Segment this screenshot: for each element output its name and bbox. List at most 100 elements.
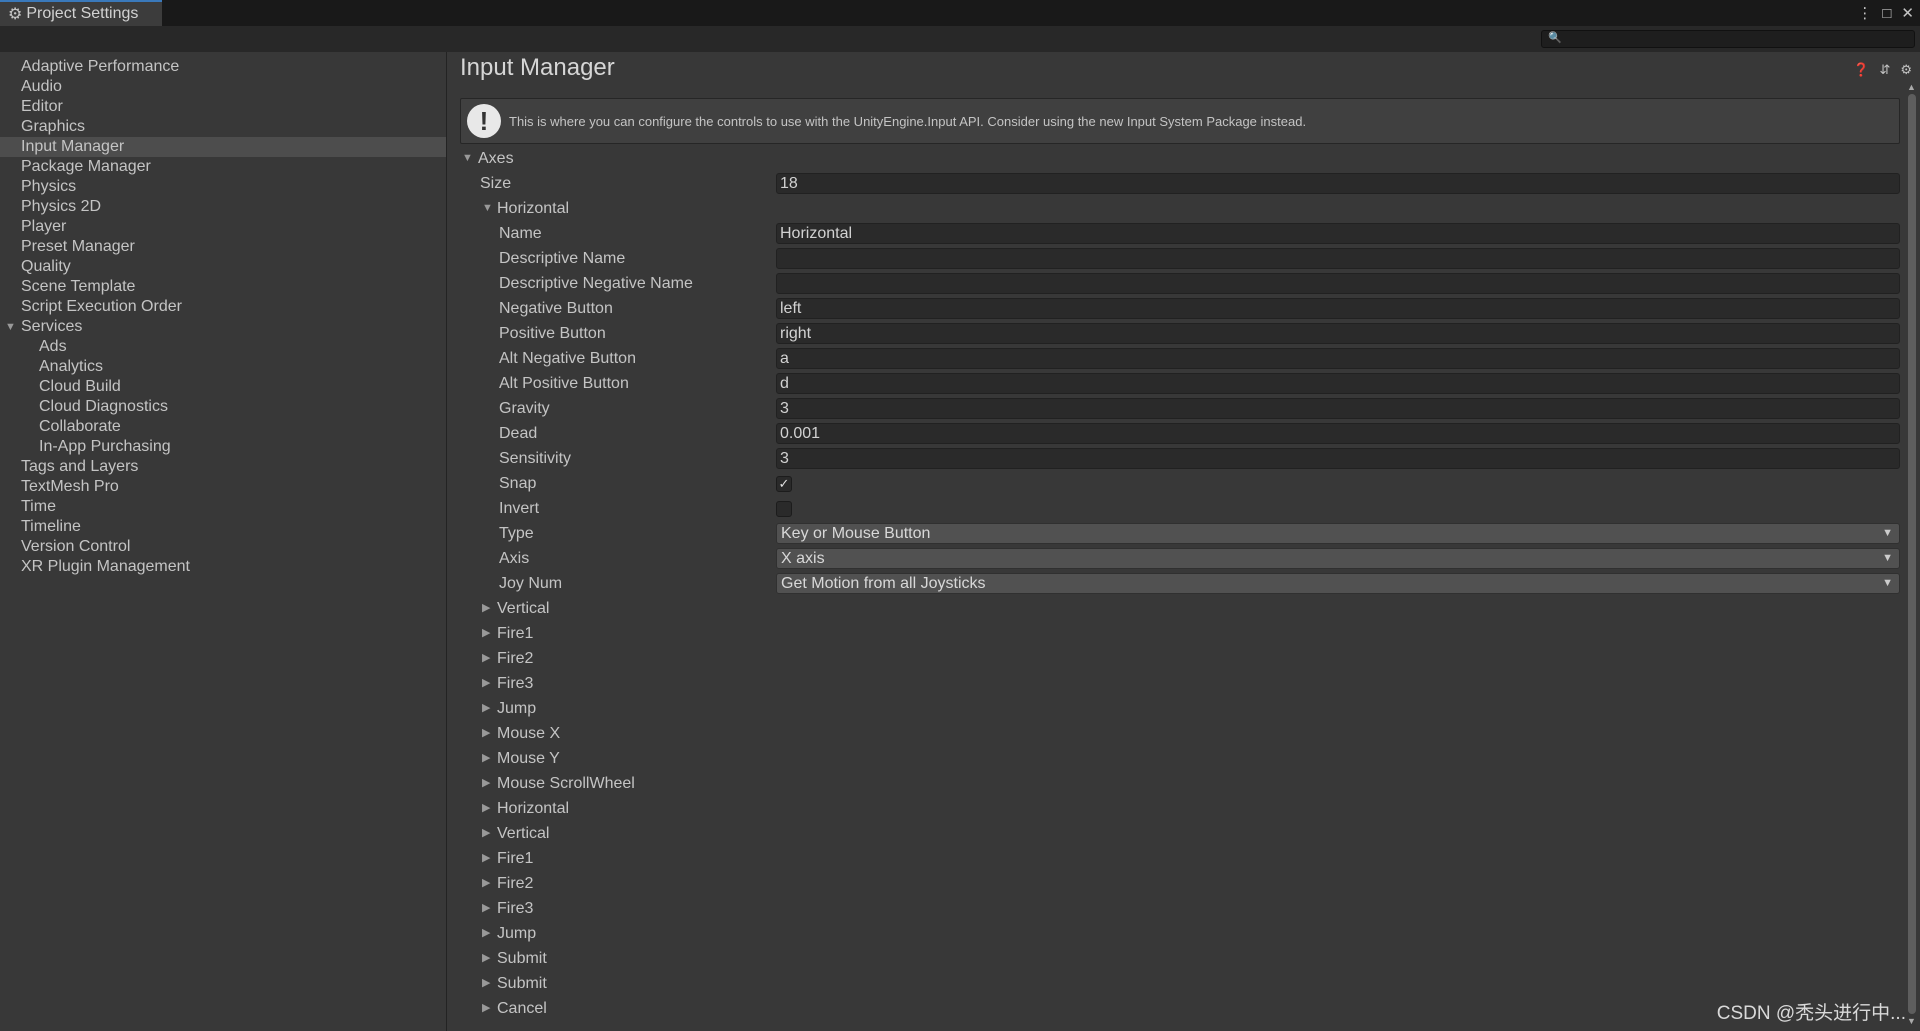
expand-arrow-icon[interactable]: ▶ bbox=[482, 796, 490, 821]
text-field[interactable]: left bbox=[776, 298, 1900, 319]
project-settings-tab[interactable]: ⚙ Project Settings bbox=[0, 0, 162, 26]
scroll-down-icon[interactable]: ▼ bbox=[1907, 1016, 1916, 1026]
text-field[interactable]: Horizontal bbox=[776, 223, 1900, 244]
dropdown[interactable]: X axis ▼ bbox=[776, 548, 1900, 569]
sidebar-item[interactable]: Tags and Layers bbox=[0, 457, 446, 477]
sidebar-item[interactable]: ▼ Services bbox=[0, 317, 446, 337]
sidebar-item[interactable]: Script Execution Order bbox=[0, 297, 446, 317]
sidebar-item[interactable]: In-App Purchasing bbox=[0, 437, 446, 457]
sidebar-item[interactable]: Editor bbox=[0, 97, 446, 117]
expand-arrow-icon[interactable]: ▶ bbox=[482, 871, 490, 896]
preset-icon[interactable]: ⇵ bbox=[1879, 62, 1890, 78]
axis-label: Cancel bbox=[497, 1000, 547, 1017]
sidebar-item[interactable]: Timeline bbox=[0, 517, 446, 537]
sidebar-item-label: Preset Manager bbox=[21, 238, 135, 255]
dropdown[interactable]: Get Motion from all Joysticks ▼ bbox=[776, 573, 1900, 594]
sidebar-item[interactable]: Cloud Diagnostics bbox=[0, 397, 446, 417]
field-label: Sensitivity bbox=[499, 450, 572, 467]
more-options-icon[interactable]: ⋮ bbox=[1857, 4, 1872, 22]
text-field[interactable] bbox=[776, 273, 1900, 294]
text-field[interactable]: 0.001 bbox=[776, 423, 1900, 444]
expand-arrow-icon[interactable]: ▶ bbox=[482, 771, 490, 796]
axis-label: Fire2 bbox=[497, 875, 534, 892]
expand-arrow-icon[interactable]: ▶ bbox=[482, 696, 490, 721]
axis-foldout[interactable]: ▶ Submit bbox=[448, 971, 1908, 996]
expand-arrow-icon[interactable]: ▼ bbox=[482, 196, 493, 221]
axis-foldout[interactable]: ▶ Vertical bbox=[448, 821, 1908, 846]
axis-foldout[interactable]: ▶ Fire1 bbox=[448, 621, 1908, 646]
axis-foldout[interactable]: ▶ Mouse X bbox=[448, 721, 1908, 746]
axis-foldout[interactable]: ▶ Fire3 bbox=[448, 671, 1908, 696]
axis-foldout[interactable]: ▶ Vertical bbox=[448, 596, 1908, 621]
text-field[interactable]: d bbox=[776, 373, 1900, 394]
axis-foldout[interactable]: ▶ Fire3 bbox=[448, 896, 1908, 921]
dropdown[interactable]: Key or Mouse Button ▼ bbox=[776, 523, 1900, 544]
sidebar-item[interactable]: Analytics bbox=[0, 357, 446, 377]
axis-foldout[interactable]: ▶ Submit bbox=[448, 946, 1908, 971]
expand-arrow-icon[interactable]: ▶ bbox=[482, 596, 490, 621]
sidebar-item[interactable]: Ads bbox=[0, 337, 446, 357]
text-field[interactable]: 3 bbox=[776, 398, 1900, 419]
text-field[interactable]: a bbox=[776, 348, 1900, 369]
expand-arrow-icon[interactable]: ▶ bbox=[482, 971, 490, 996]
expand-arrow-icon[interactable]: ▶ bbox=[482, 646, 490, 671]
axis-foldout[interactable]: ▶ Mouse ScrollWheel bbox=[448, 771, 1908, 796]
scroll-up-icon[interactable]: ▲ bbox=[1907, 82, 1916, 92]
sidebar-item[interactable]: Collaborate bbox=[0, 417, 446, 437]
axis-foldout[interactable]: ▶ Horizontal bbox=[448, 796, 1908, 821]
expand-arrow-icon[interactable]: ▶ bbox=[482, 746, 490, 771]
text-field[interactable]: right bbox=[776, 323, 1900, 344]
axis-foldout[interactable]: ▶ Fire2 bbox=[448, 646, 1908, 671]
sidebar-item[interactable]: Physics bbox=[0, 177, 446, 197]
close-icon[interactable]: ✕ bbox=[1901, 4, 1914, 22]
expand-arrow-icon[interactable]: ▶ bbox=[482, 821, 490, 846]
sidebar-item[interactable]: Scene Template bbox=[0, 277, 446, 297]
sidebar-item[interactable]: TextMesh Pro bbox=[0, 477, 446, 497]
sidebar-item[interactable]: Cloud Build bbox=[0, 377, 446, 397]
axis-foldout[interactable]: ▶ Jump bbox=[448, 921, 1908, 946]
expand-arrow-icon[interactable]: ▶ bbox=[482, 896, 490, 921]
search-input[interactable]: 🔍 bbox=[1541, 30, 1915, 48]
text-field[interactable] bbox=[776, 248, 1900, 269]
axis-foldout[interactable]: ▶ Jump bbox=[448, 696, 1908, 721]
expand-arrow-icon[interactable]: ▼ bbox=[5, 317, 16, 337]
sidebar-item[interactable]: Time bbox=[0, 497, 446, 517]
sidebar-item[interactable]: Graphics bbox=[0, 117, 446, 137]
settings-gear-icon[interactable]: ⚙ bbox=[1900, 62, 1912, 78]
sidebar-item[interactable]: Version Control bbox=[0, 537, 446, 557]
dropdown-value: Key or Mouse Button bbox=[781, 525, 931, 542]
size-field[interactable]: 18 bbox=[776, 173, 1900, 194]
axis-foldout[interactable]: ▶ Mouse Y bbox=[448, 746, 1908, 771]
expand-arrow-icon[interactable]: ▼ bbox=[462, 146, 473, 171]
axis-foldout[interactable]: ▶ Fire2 bbox=[448, 871, 1908, 896]
expand-arrow-icon[interactable]: ▶ bbox=[482, 721, 490, 746]
axis-foldout[interactable]: ▶ Cancel bbox=[448, 996, 1908, 1021]
maximize-icon[interactable]: □ bbox=[1882, 5, 1891, 22]
axis-foldout[interactable]: ▶ Fire1 bbox=[448, 846, 1908, 871]
sidebar-item[interactable]: Player bbox=[0, 217, 446, 237]
axes-foldout[interactable]: ▼ Axes bbox=[448, 146, 1908, 171]
checkbox[interactable]: ✓ bbox=[776, 476, 792, 492]
sidebar-item[interactable]: Quality bbox=[0, 257, 446, 277]
axis-label: Fire1 bbox=[497, 625, 534, 642]
sidebar-item[interactable]: Package Manager bbox=[0, 157, 446, 177]
sidebar-item[interactable]: Preset Manager bbox=[0, 237, 446, 257]
expand-arrow-icon[interactable]: ▶ bbox=[482, 671, 490, 696]
sidebar-item[interactable]: Adaptive Performance bbox=[0, 57, 446, 77]
sidebar-item[interactable]: Audio bbox=[0, 77, 446, 97]
axis-foldout[interactable]: ▼ Horizontal bbox=[448, 196, 1908, 221]
sidebar-item[interactable]: Input Manager bbox=[0, 137, 446, 157]
sidebar-item-label: Timeline bbox=[21, 518, 81, 535]
text-field[interactable]: 3 bbox=[776, 448, 1900, 469]
expand-arrow-icon[interactable]: ▶ bbox=[482, 996, 490, 1021]
expand-arrow-icon[interactable]: ▶ bbox=[482, 921, 490, 946]
expand-arrow-icon[interactable]: ▶ bbox=[482, 846, 490, 871]
scrollbar-thumb[interactable] bbox=[1908, 94, 1916, 1014]
checkbox[interactable] bbox=[776, 501, 792, 517]
help-icon[interactable]: ❓ bbox=[1853, 62, 1869, 78]
expand-arrow-icon[interactable]: ▶ bbox=[482, 946, 490, 971]
sidebar-item[interactable]: Physics 2D bbox=[0, 197, 446, 217]
expand-arrow-icon[interactable]: ▶ bbox=[482, 621, 490, 646]
sidebar-item[interactable]: XR Plugin Management bbox=[0, 557, 446, 577]
axis-field-row: Descriptive Negative Name bbox=[448, 271, 1908, 296]
